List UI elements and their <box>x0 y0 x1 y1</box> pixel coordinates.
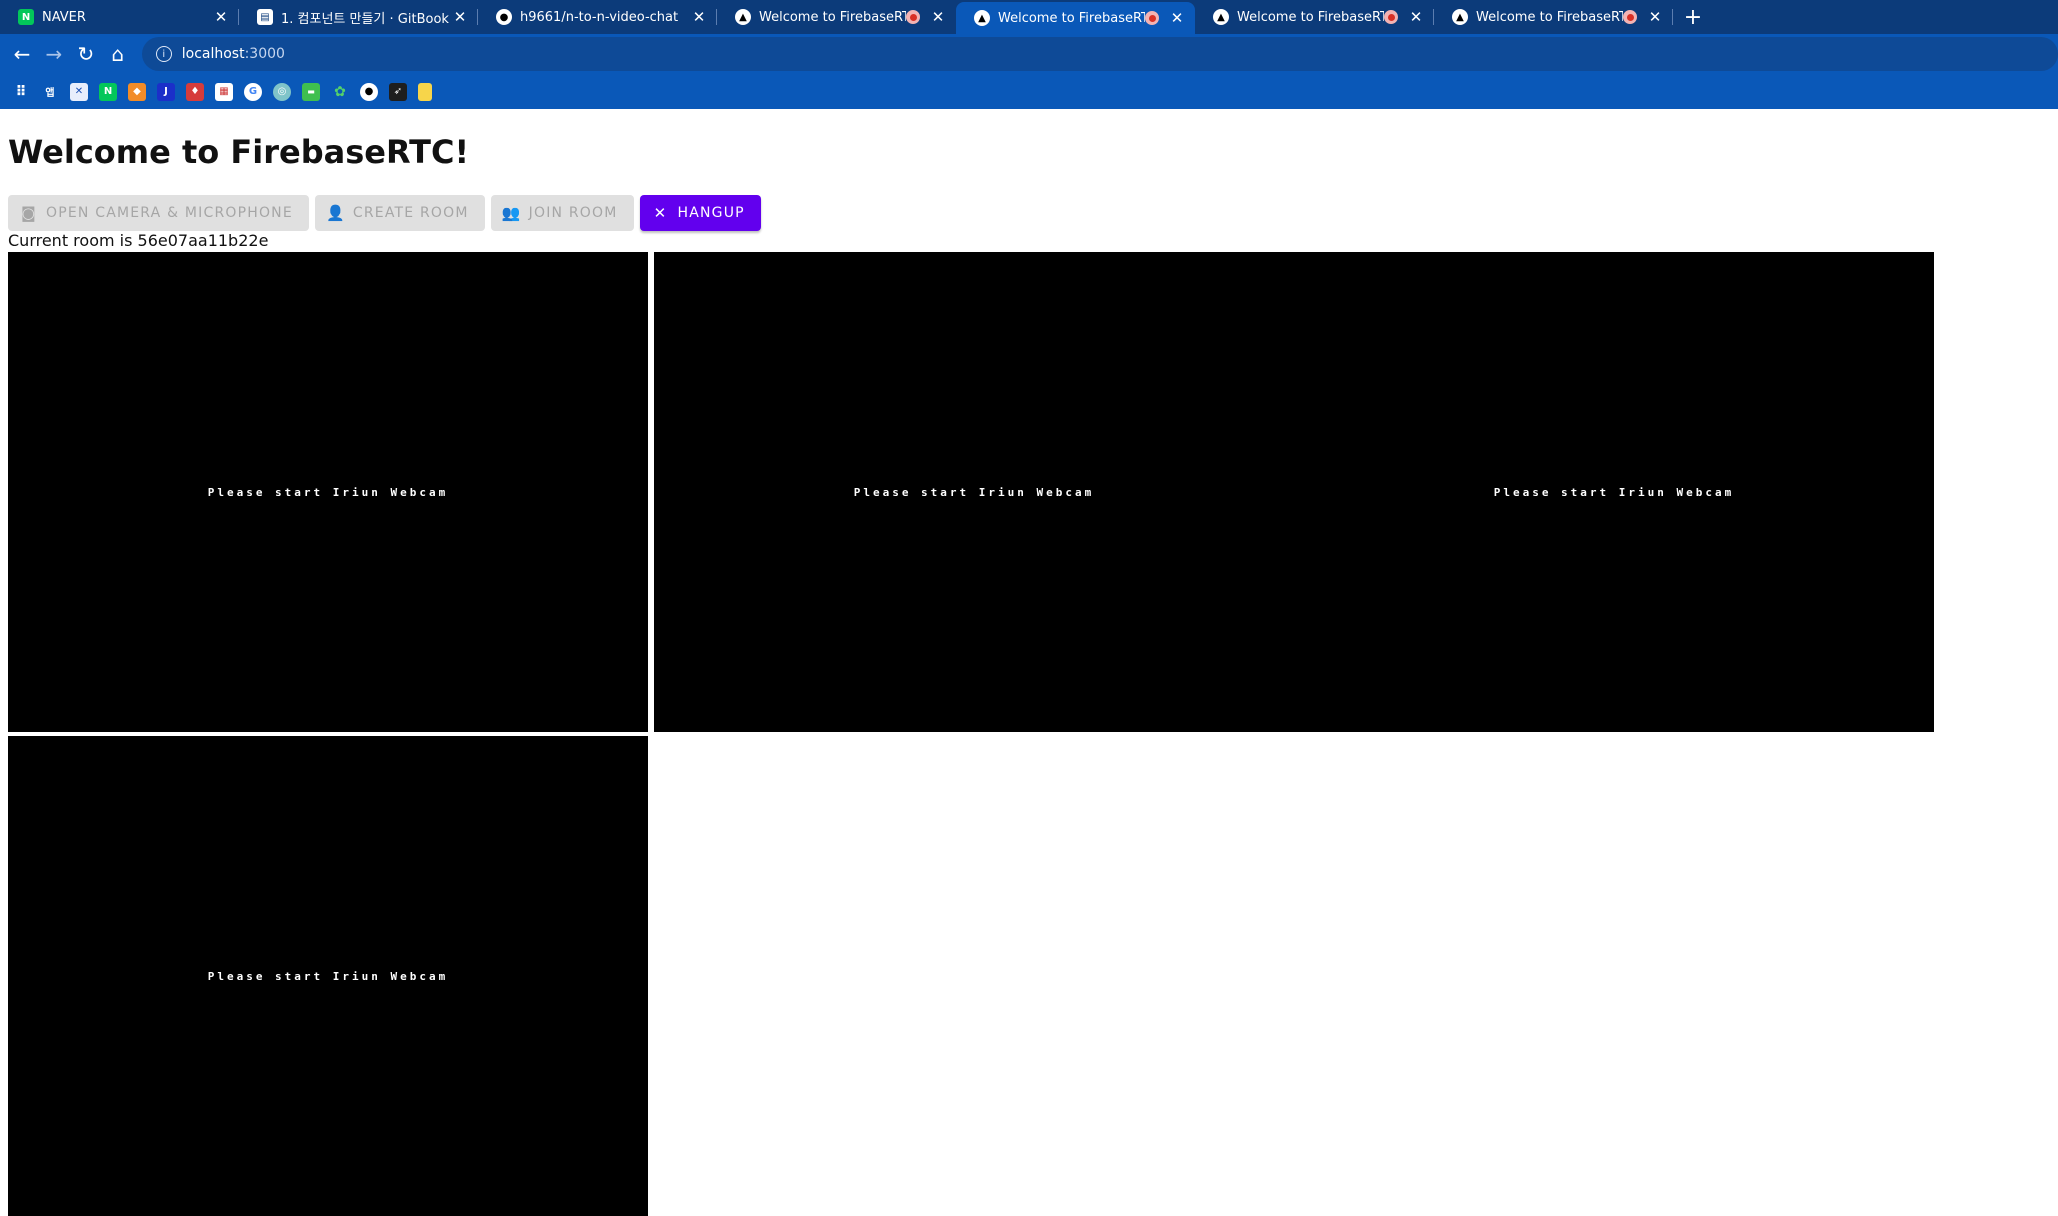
recording-icon <box>906 10 920 24</box>
tab-title: h9661/n-to-n-video-chat <box>520 9 679 25</box>
recording-icon <box>1384 10 1398 24</box>
naver-icon[interactable]: N <box>99 82 117 101</box>
back-button[interactable]: ← <box>6 38 38 70</box>
tab-github[interactable]: ● h9661/n-to-n-video-chat ✕ <box>478 0 717 34</box>
page-title: Welcome to FirebaseRTC! <box>8 133 470 171</box>
video-placeholder-text: Please start Iriun Webcam <box>207 485 449 499</box>
home-icon: ⌂ <box>111 42 125 66</box>
remote-video-wide: Please start Iriun Webcam Please start I… <box>654 252 1934 732</box>
close-icon: ✕ <box>653 204 668 222</box>
remote-video-2: Please start Iriun Webcam <box>8 736 648 1216</box>
close-icon[interactable]: ✕ <box>1169 9 1185 27</box>
address-bar[interactable]: i localhost:3000 <box>141 37 2058 71</box>
google-icon[interactable]: G <box>244 82 262 101</box>
app-icon: ▲ <box>974 10 990 26</box>
video-placeholder-text: Please start Iriun Webcam <box>207 969 449 983</box>
open-camera-button[interactable]: ◙ Open camera & microphone <box>8 195 309 231</box>
new-tab-button[interactable]: + <box>1673 0 1713 34</box>
github-icon[interactable]: ● <box>360 82 378 101</box>
address-port: :3000 <box>244 46 285 62</box>
bookmark-icon[interactable]: 앱 <box>41 83 59 101</box>
plus-icon: + <box>1683 4 1703 30</box>
app-icon: ▲ <box>1213 9 1229 25</box>
address-host: localhost <box>181 46 245 62</box>
create-room-button[interactable]: 👤 Create room <box>314 195 485 231</box>
site-info-icon[interactable]: i <box>155 46 172 62</box>
close-icon[interactable]: ✕ <box>1408 8 1424 26</box>
bookmark-icon[interactable]: ▬ <box>302 82 320 101</box>
bookmarks-bar: ⠿ 앱 ✕ N ◆ J ♦ ▦ G ◎ ▬ ✿ ● ➶ <box>0 74 2058 109</box>
bookmark-icon[interactable]: ✿ <box>331 83 349 101</box>
hangup-label: Hangup <box>677 205 745 221</box>
tab-title: Welcome to FirebaseRTC <box>1237 9 1384 25</box>
bookmark-icon[interactable]: ✕ <box>70 82 88 101</box>
tab-title: 1. 컴포넌트 만들기 · GitBook <box>281 11 449 27</box>
tab-strip: N NAVER ✕ ▤ 1. 컴포넌트 만들기 · GitBook ✕ ● h9… <box>0 0 2058 34</box>
github-icon: ● <box>496 9 512 25</box>
control-buttons: ◙ Open camera & microphone 👤 Create room… <box>8 195 761 231</box>
back-arrow-icon: ← <box>13 42 31 66</box>
close-icon[interactable]: ✕ <box>213 8 229 26</box>
tab-title: Welcome to FirebaseRTC <box>759 9 906 25</box>
forward-arrow-icon: → <box>45 42 63 66</box>
bookmark-icon[interactable]: ➶ <box>389 82 407 101</box>
add-person-icon: 👤 <box>325 204 346 222</box>
app-icon: ▲ <box>1452 9 1468 25</box>
recording-icon <box>1145 11 1159 25</box>
app-icon: ▲ <box>735 9 751 25</box>
camera-icon: ◙ <box>21 204 37 222</box>
page-content: Welcome to FirebaseRTC! ◙ Open camera & … <box>0 109 2058 1216</box>
create-room-label: Create room <box>352 205 469 221</box>
close-icon[interactable]: ✕ <box>1647 8 1663 26</box>
recording-icon <box>1623 10 1637 24</box>
tab-title: NAVER <box>42 9 86 25</box>
close-icon[interactable]: ✕ <box>930 8 946 26</box>
gitbook-icon: ▤ <box>257 9 273 25</box>
reload-icon: ↻ <box>77 42 95 66</box>
open-camera-label: Open camera & microphone <box>46 205 293 221</box>
local-video: Please start Iriun Webcam <box>8 252 648 732</box>
shield-icon[interactable]: ♦ <box>186 82 204 101</box>
join-room-label: Join room <box>528 205 618 221</box>
remote-video-right: Please start Iriun Webcam <box>1294 252 1934 732</box>
bookmark-icon[interactable]: ◎ <box>273 82 291 101</box>
remote-video-left: Please start Iriun Webcam <box>654 252 1294 732</box>
current-room-text: Current room is 56e07aa11b22e <box>8 231 269 250</box>
bookmark-icon[interactable]: ◆ <box>128 82 146 101</box>
close-icon[interactable]: ✕ <box>691 8 707 26</box>
tab-separator <box>1672 9 1673 25</box>
tab-naver[interactable]: N NAVER ✕ <box>0 0 239 34</box>
close-icon[interactable]: ✕ <box>452 8 468 26</box>
tab-firebasertc-1[interactable]: ▲ Welcome to FirebaseRTC ✕ <box>717 0 956 34</box>
group-icon: 👥 <box>501 204 522 222</box>
tab-title: Welcome to FirebaseRTC <box>1476 9 1623 25</box>
tab-title: Welcome to FirebaseRTC <box>998 10 1145 26</box>
bookmark-icon[interactable]: J <box>157 82 175 101</box>
home-button[interactable]: ⌂ <box>102 38 134 70</box>
forward-button[interactable]: → <box>38 38 70 70</box>
browser-toolbar: ← → ↻ ⌂ i localhost:3000 <box>0 34 2058 74</box>
bookmark-icon[interactable]: ▦ <box>215 82 233 101</box>
apps-grid-icon[interactable]: ⠿ <box>12 83 30 101</box>
tab-gitbook[interactable]: ▤ 1. 컴포넌트 만들기 · GitBook ✕ <box>239 0 478 34</box>
folder-icon[interactable] <box>418 82 432 101</box>
hangup-button[interactable]: ✕ Hangup <box>639 195 761 231</box>
tab-firebasertc-4[interactable]: ▲ Welcome to FirebaseRTC ✕ <box>1434 0 1673 34</box>
tab-firebasertc-3[interactable]: ▲ Welcome to FirebaseRTC ✕ <box>1195 0 1434 34</box>
video-placeholder-text: Please start Iriun Webcam <box>853 485 1095 499</box>
tab-firebasertc-active[interactable]: ▲ Welcome to FirebaseRTC ✕ <box>956 2 1195 34</box>
video-placeholder-text: Please start Iriun Webcam <box>1493 485 1735 499</box>
join-room-button[interactable]: 👥 Join room <box>490 195 634 231</box>
reload-button[interactable]: ↻ <box>70 38 102 70</box>
naver-icon: N <box>18 9 34 25</box>
